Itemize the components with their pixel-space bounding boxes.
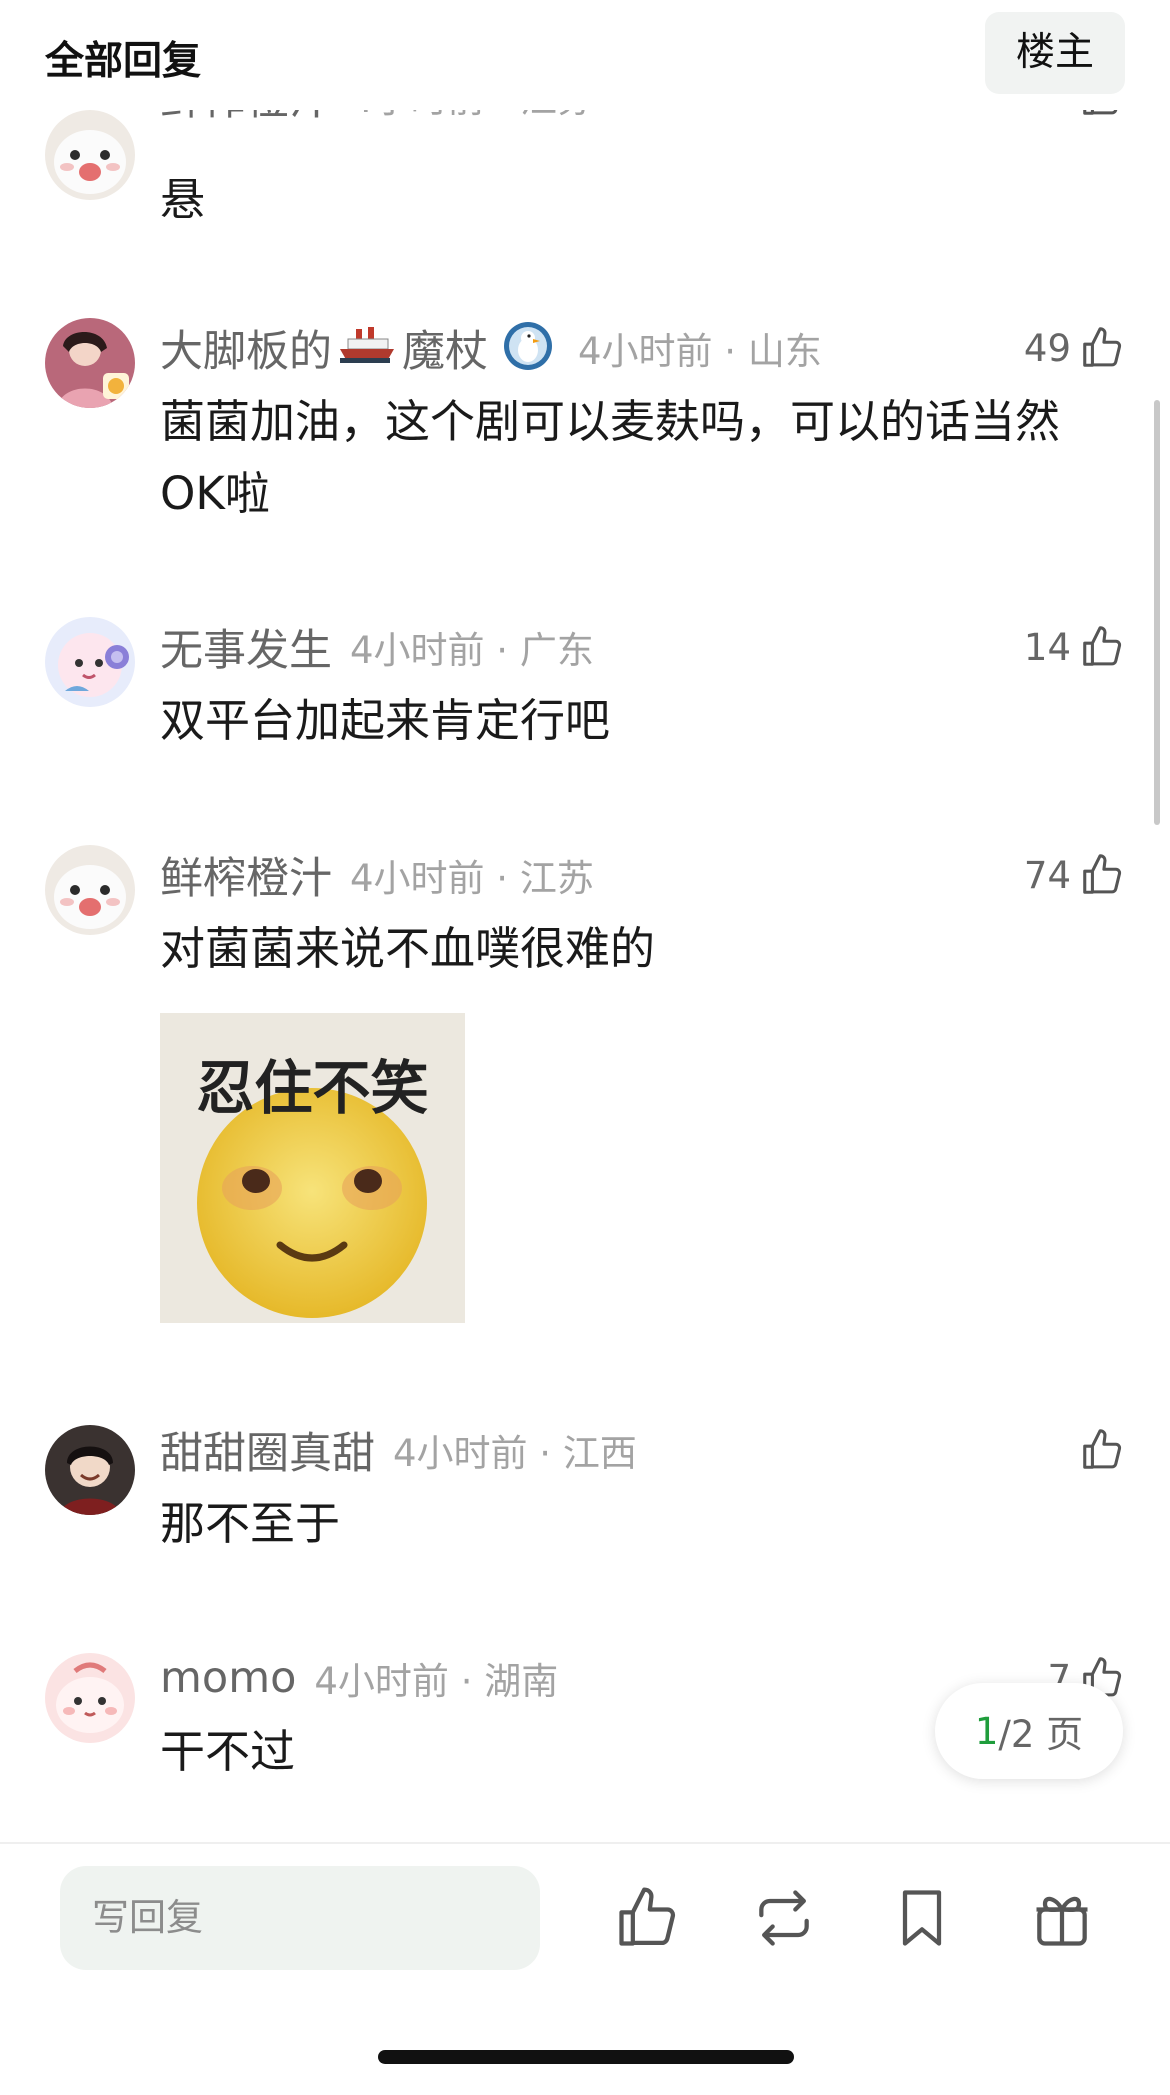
sticker-caption: 忍住不笑 — [196, 1054, 429, 1122]
avatar[interactable] — [45, 1425, 135, 1515]
like-button[interactable] — [1071, 1420, 1125, 1480]
avatar-cartoon-icon — [45, 617, 135, 707]
current-page: 1 — [974, 1709, 999, 1753]
page-total: /2 页 — [998, 1713, 1084, 1756]
avatar-face-icon — [45, 110, 135, 200]
page-title: 全部回复 — [45, 39, 202, 84]
comment-text: 菌菌加油，这个剧可以麦麸吗，可以的话当然OK啦 — [160, 395, 1061, 520]
thumbs-up-icon — [1083, 1429, 1122, 1469]
comment-meta: 4小时前 · 山东 — [578, 330, 822, 373]
comment-meta: 4小时前 · 江西 — [393, 1432, 637, 1475]
gift-icon — [1036, 1896, 1088, 1946]
comment-text: 悬 — [160, 173, 206, 226]
like-count: 14 — [1023, 625, 1071, 669]
thumbs-up-icon — [1083, 327, 1122, 367]
username[interactable]: 鲜榨橙汁 — [160, 844, 332, 906]
avatar-photo-icon — [45, 318, 135, 408]
thumbs-up-icon — [1083, 626, 1122, 666]
like-count: 74 — [1023, 853, 1071, 897]
comment-meta: 4小时前 · 湖南 — [314, 1660, 559, 1703]
avatar[interactable] — [45, 318, 135, 408]
scrollbar[interactable] — [1154, 400, 1160, 825]
repost-icon — [759, 1890, 809, 1946]
thumbs-up-icon — [1083, 854, 1122, 894]
owner-only-button[interactable]: 楼主 — [985, 12, 1125, 94]
username[interactable]: 大脚板的 — [160, 317, 332, 379]
thumbs-up-icon — [619, 1887, 676, 1946]
username[interactable]: 甜甜圈真甜 — [160, 1419, 375, 1481]
avatar-person-icon — [45, 1425, 135, 1515]
comment-text: 双平台加起来肯定行吧 — [160, 694, 611, 747]
comment-meta: 4小时前 · 广东 — [350, 629, 594, 672]
username[interactable]: 无事发生 — [160, 616, 332, 678]
avatar-cartoon-icon — [45, 1653, 135, 1743]
bookmark-icon — [902, 1890, 942, 1946]
page-indicator[interactable]: 1 /2 页 — [935, 1683, 1123, 1779]
bookmark-button[interactable] — [888, 1884, 956, 1952]
comment-text: 对菌菌来说不血噗很难的 — [160, 922, 656, 975]
avatar[interactable] — [45, 1653, 135, 1743]
sticker-image[interactable]: 忍住不笑 — [160, 1013, 465, 1323]
avatar[interactable] — [45, 845, 135, 935]
like-button[interactable]: 14 — [1024, 617, 1125, 677]
gift-button[interactable] — [1028, 1884, 1096, 1952]
repost-button[interactable] — [750, 1884, 818, 1952]
comment-meta: 4小时前 · 江苏 — [350, 857, 594, 900]
header-bar: 全部回复 楼主 — [0, 0, 1170, 110]
comment-text: 那不至于 — [160, 1497, 341, 1550]
ship-emoji-icon — [338, 325, 396, 371]
like-post-button[interactable] — [613, 1884, 681, 1952]
like-count: 49 — [1023, 326, 1071, 370]
username[interactable]: momo — [160, 1653, 296, 1703]
avatar[interactable] — [45, 617, 135, 707]
home-indicator[interactable] — [378, 2050, 794, 2064]
avatar-face-icon — [45, 845, 135, 935]
like-button[interactable]: 49 — [1024, 318, 1125, 378]
duck-badge-icon — [502, 320, 554, 376]
reply-input[interactable]: 写回复 — [60, 1866, 540, 1970]
like-button[interactable]: 74 — [1024, 845, 1125, 905]
username-suffix[interactable]: 魔杖 — [402, 317, 488, 379]
avatar[interactable] — [45, 110, 135, 200]
